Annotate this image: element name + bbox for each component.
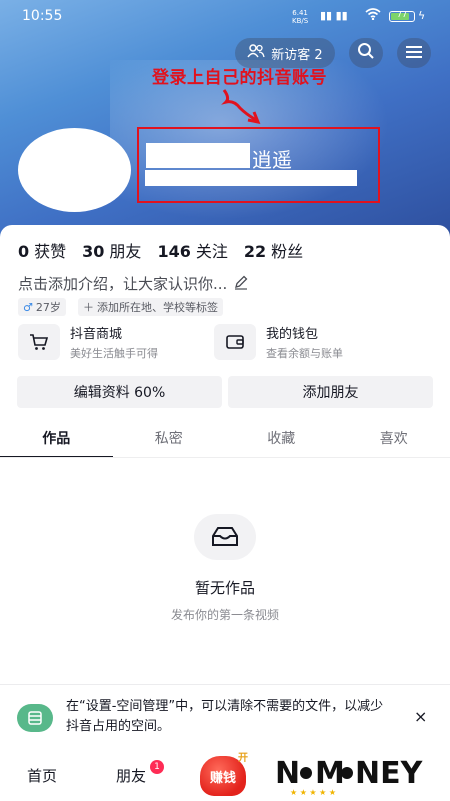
tab-works[interactable]: 作品 xyxy=(0,424,113,458)
wallet-title: 我的钱包 xyxy=(266,323,343,342)
cart-icon xyxy=(18,324,60,360)
svg-text:NEY: NEY xyxy=(355,756,424,791)
network-speed: 6.41 KB/S xyxy=(292,9,308,25)
nav-friends[interactable]: 朋友 xyxy=(116,765,146,786)
add-tag-label: 添加所在地、学校等标签 xyxy=(97,299,218,315)
empty-title: 暂无作品 xyxy=(0,577,450,598)
search-button[interactable] xyxy=(349,38,383,68)
signal-icon: ▮▮ ▮▮ xyxy=(320,9,348,22)
storage-icon xyxy=(17,704,53,732)
menu-icon xyxy=(405,44,423,63)
friends-badge: 1 xyxy=(150,760,164,774)
earn-open-label: 开 xyxy=(238,749,248,764)
profile-name: 逍遥 xyxy=(252,144,292,173)
empty-subtitle: 发布你的第一条视频 xyxy=(0,606,450,623)
douyin-mall-entry[interactable]: 抖音商城 美好生活触手可得 xyxy=(18,323,158,361)
tab-private[interactable]: 私密 xyxy=(113,424,226,458)
svg-text:M: M xyxy=(315,756,345,791)
status-bar: 10:55 6.41 KB/S ▮▮ ▮▮ 77 ϟ xyxy=(0,0,450,34)
new-visitors-label: 新访客 2 xyxy=(271,44,322,63)
intro-text: 点击添加介绍，让大家认识你... xyxy=(18,273,227,294)
tab-likes[interactable]: 喜欢 xyxy=(338,424,450,458)
battery-icon: 77 xyxy=(389,11,415,22)
storage-notice-text: 在“设置-空间管理”中，可以清除不需要的文件，以减少抖音占用的空间。 xyxy=(66,697,396,737)
name-redaction xyxy=(146,143,250,168)
add-friend-button[interactable]: 添加朋友 xyxy=(228,376,433,408)
age-tag[interactable]: ♂ 27岁 xyxy=(18,298,66,316)
add-tag-button[interactable]: ＋ 添加所在地、学校等标签 xyxy=(78,298,223,316)
mall-subtitle: 美好生活触手可得 xyxy=(70,345,158,361)
wallet-subtitle: 查看余额与账单 xyxy=(266,345,343,361)
profile-intro[interactable]: 点击添加介绍，让大家认识你... xyxy=(18,273,249,294)
search-icon xyxy=(357,42,375,64)
stat-friends[interactable]: 30朋友 xyxy=(82,238,141,262)
stat-following[interactable]: 146关注 xyxy=(157,238,227,262)
svg-text:★ ★ ★ ★ ★: ★ ★ ★ ★ ★ xyxy=(290,788,336,797)
wallet-icon xyxy=(214,324,256,360)
storage-notice[interactable]: 在“设置-空间管理”中，可以清除不需要的文件，以减少抖音占用的空间。 × xyxy=(0,684,450,749)
nomoney-logo: N M NEY ★ ★ ★ ★ ★ xyxy=(275,753,425,797)
id-redaction xyxy=(145,170,357,186)
profile-stats: 0获赞 30朋友 146关注 22粉丝 xyxy=(18,238,303,262)
tab-divider xyxy=(0,457,450,458)
wallet-entry[interactable]: 我的钱包 查看余额与账单 xyxy=(214,323,343,361)
stat-likes[interactable]: 0获赞 xyxy=(18,238,66,262)
profile-tabs: 作品 私密 收藏 喜欢 xyxy=(0,424,450,458)
battery-level: 77 xyxy=(390,10,414,19)
charging-icon: ϟ xyxy=(418,9,425,22)
male-icon: ♂ xyxy=(23,301,33,314)
edit-profile-button[interactable]: 编辑资料 60% xyxy=(17,376,222,408)
menu-button[interactable] xyxy=(397,38,431,68)
wifi-icon xyxy=(365,8,381,23)
age-tag-label: 27岁 xyxy=(36,299,61,315)
status-time: 10:55 xyxy=(22,8,62,24)
tab-favorites[interactable]: 收藏 xyxy=(225,424,338,458)
close-icon[interactable]: × xyxy=(414,707,427,726)
nav-home[interactable]: 首页 xyxy=(27,765,57,786)
network-speed-value: 6.41 xyxy=(292,9,308,17)
avatar[interactable] xyxy=(18,128,131,212)
stat-followers[interactable]: 22粉丝 xyxy=(244,238,303,262)
edit-pencil-icon xyxy=(233,274,249,294)
plus-icon: ＋ xyxy=(83,299,94,315)
empty-tray-icon xyxy=(194,514,256,560)
annotation-arrow-icon xyxy=(220,84,270,128)
mall-title: 抖音商城 xyxy=(70,323,158,342)
network-speed-unit: KB/S xyxy=(292,17,308,25)
svg-text:N: N xyxy=(275,756,300,791)
visitors-icon xyxy=(247,44,265,62)
